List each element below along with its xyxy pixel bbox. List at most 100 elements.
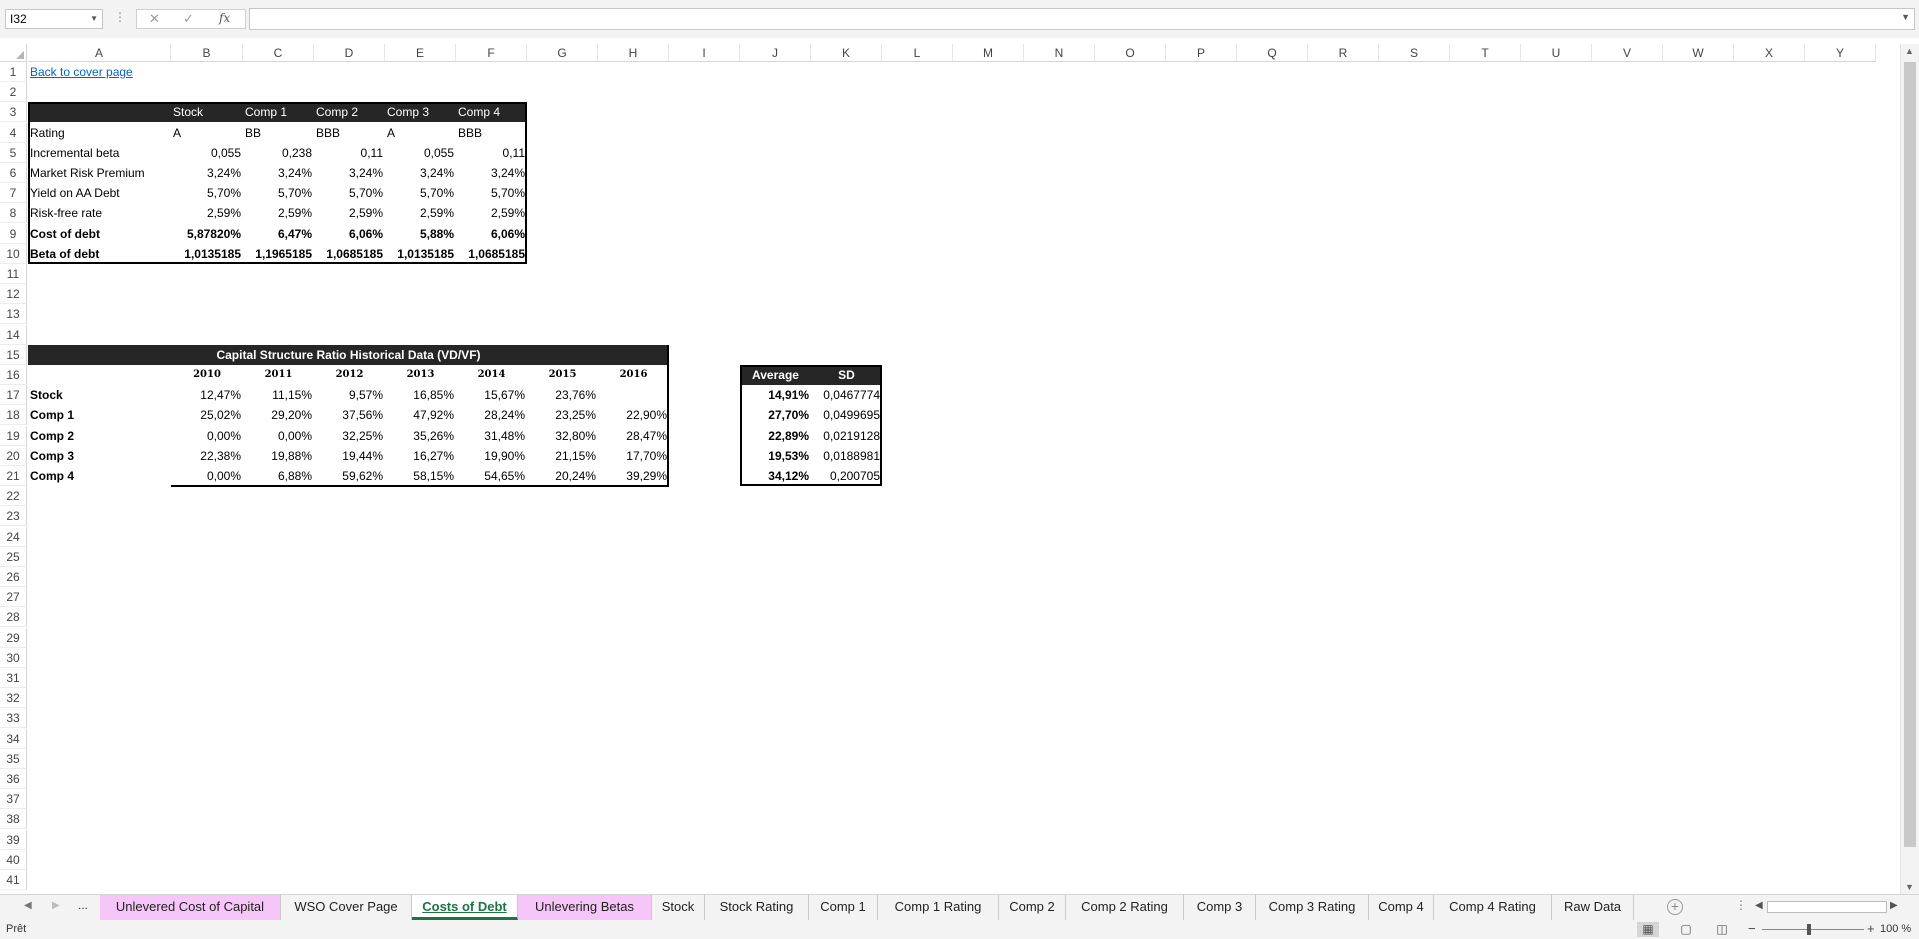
tab-scroll-right-icon[interactable]: ▶ bbox=[52, 900, 60, 911]
tab-comp-1[interactable]: Comp 1 bbox=[809, 895, 878, 920]
capital-table-cell[interactable]: 59,62% bbox=[314, 466, 385, 486]
debt-table-row-label[interactable]: Rating bbox=[28, 123, 171, 143]
name-box[interactable]: I32 ▼ bbox=[5, 9, 103, 29]
row-header[interactable]: 33 bbox=[0, 708, 27, 728]
debt-table-cell[interactable]: 3,24% bbox=[385, 163, 456, 183]
debt-table-cell[interactable]: 0,11 bbox=[314, 143, 385, 163]
back-to-cover-link[interactable]: Back to cover page bbox=[28, 62, 135, 82]
capital-table-cell[interactable]: 32,80% bbox=[527, 426, 598, 446]
tab-raw-data[interactable]: Raw Data bbox=[1552, 895, 1634, 920]
capital-table-row-label[interactable]: Comp 4 bbox=[28, 466, 171, 486]
debt-table-cell[interactable]: 0,055 bbox=[171, 143, 243, 163]
row-header[interactable]: 29 bbox=[0, 628, 27, 648]
capital-table-cell[interactable]: 58,15% bbox=[385, 466, 456, 486]
column-header[interactable]: E bbox=[385, 44, 456, 62]
column-header[interactable]: V bbox=[1592, 44, 1663, 62]
capital-table-cell[interactable]: 29,20% bbox=[243, 405, 314, 425]
capital-table-cell[interactable]: 19,88% bbox=[243, 446, 314, 466]
tab-comp-2[interactable]: Comp 2 bbox=[999, 895, 1066, 920]
capital-table-cell[interactable]: 19,90% bbox=[456, 446, 527, 466]
debt-table-cell[interactable]: 6,06% bbox=[314, 224, 385, 244]
stats-sd-cell[interactable]: 0,0499695 bbox=[811, 405, 882, 425]
row-header[interactable]: 26 bbox=[0, 567, 27, 587]
vertical-scrollbar[interactable]: ▲ ▼ bbox=[1900, 44, 1919, 894]
debt-table-cell[interactable]: BB bbox=[243, 123, 314, 143]
capital-table-cell[interactable]: 16,85% bbox=[385, 385, 456, 405]
debt-table-cell[interactable]: 0,11 bbox=[456, 143, 527, 163]
row-header[interactable]: 15 bbox=[0, 345, 27, 365]
scroll-down-icon[interactable]: ▼ bbox=[1905, 882, 1914, 892]
capital-table-cell[interactable]: 35,26% bbox=[385, 426, 456, 446]
row-header[interactable]: 30 bbox=[0, 648, 27, 668]
spreadsheet-grid[interactable]: ABCDEFGHIJKLMNOPQRSTUVWXY 1 2 3 4 5 6 7 8 9 10 11 1… bbox=[0, 44, 1900, 894]
capital-table-cell[interactable]: 31,48% bbox=[456, 426, 527, 446]
debt-table-cell[interactable]: 5,70% bbox=[385, 183, 456, 203]
column-header[interactable]: S bbox=[1379, 44, 1450, 62]
debt-table-cell[interactable]: A bbox=[171, 123, 243, 143]
debt-table-cell[interactable]: 2,59% bbox=[171, 203, 243, 223]
tab-scroll-left-icon[interactable]: ◀ bbox=[24, 900, 32, 911]
stats-sd-cell[interactable]: 0,200705 bbox=[811, 466, 882, 486]
debt-table-row-label[interactable]: Yield on AA Debt bbox=[28, 183, 171, 203]
column-header[interactable]: O bbox=[1095, 44, 1166, 62]
row-header[interactable]: 9 bbox=[0, 224, 27, 244]
tab-comp-3-rating[interactable]: Comp 3 Rating bbox=[1256, 895, 1369, 920]
capital-table-cell[interactable]: 17,70% bbox=[598, 446, 669, 466]
column-header[interactable]: J bbox=[740, 44, 811, 62]
debt-table-row-label[interactable]: Market Risk Premium bbox=[28, 163, 171, 183]
capital-table-row-label[interactable]: Stock bbox=[28, 385, 171, 405]
stats-sd-cell[interactable]: 0,0467774 bbox=[811, 385, 882, 405]
tab-costs-of-debt[interactable]: Costs of Debt bbox=[412, 895, 518, 920]
debt-table-cell[interactable]: 5,87820% bbox=[171, 224, 243, 244]
scroll-right-icon[interactable]: ▶ bbox=[1890, 900, 1898, 911]
column-header[interactable]: Y bbox=[1805, 44, 1876, 62]
debt-table-cell[interactable]: 1,0685185 bbox=[314, 244, 385, 264]
scroll-left-icon[interactable]: ◀ bbox=[1755, 900, 1763, 911]
capital-table-cell[interactable]: 0,00% bbox=[171, 466, 243, 486]
tab-wso-cover-page[interactable]: WSO Cover Page bbox=[281, 895, 412, 920]
debt-table-cell[interactable]: 3,24% bbox=[456, 163, 527, 183]
normal-view-icon[interactable]: ▦ bbox=[1637, 922, 1659, 937]
column-header[interactable]: B bbox=[171, 44, 243, 62]
stats-table-header[interactable]: SD bbox=[811, 365, 882, 385]
row-header[interactable]: 32 bbox=[0, 688, 27, 708]
debt-table-row-label[interactable]: Incremental beta bbox=[28, 143, 171, 163]
capital-table-cell[interactable]: 37,56% bbox=[314, 405, 385, 425]
formula-input[interactable]: ▼ bbox=[249, 8, 1915, 30]
capital-table-cell[interactable]: 54,65% bbox=[456, 466, 527, 486]
stats-average-cell[interactable]: 14,91% bbox=[740, 385, 811, 405]
capital-table-cell[interactable]: 23,25% bbox=[527, 405, 598, 425]
zoom-out-icon[interactable]: − bbox=[1748, 921, 1756, 936]
capital-table-cell[interactable]: 22,38% bbox=[171, 446, 243, 466]
row-header[interactable]: 39 bbox=[0, 830, 27, 850]
capital-table-cell[interactable]: 0,00% bbox=[171, 426, 243, 446]
capital-table-cell[interactable]: 21,15% bbox=[527, 446, 598, 466]
row-header[interactable]: 27 bbox=[0, 587, 27, 607]
debt-table-cell[interactable]: 2,59% bbox=[456, 203, 527, 223]
row-header[interactable]: 13 bbox=[0, 304, 27, 324]
debt-table-header[interactable]: Stock bbox=[171, 102, 243, 122]
row-header[interactable]: 38 bbox=[0, 809, 27, 829]
debt-table-header[interactable]: Comp 1 bbox=[243, 102, 314, 122]
row-header[interactable]: 21 bbox=[0, 466, 27, 486]
row-header[interactable]: 2 bbox=[0, 82, 27, 102]
debt-table-header[interactable]: Comp 4 bbox=[456, 102, 527, 122]
tab-unlevered-cost-of-capital[interactable]: Unlevered Cost of Capital bbox=[100, 895, 281, 920]
horizontal-scroll-thumb[interactable] bbox=[1767, 901, 1887, 913]
row-header[interactable]: 1 bbox=[0, 62, 27, 82]
tab-comp-4[interactable]: Comp 4 bbox=[1369, 895, 1434, 920]
debt-table-cell[interactable]: 1,1965185 bbox=[243, 244, 314, 264]
add-sheet-icon[interactable]: + bbox=[1667, 899, 1683, 915]
debt-table-cell[interactable]: 6,47% bbox=[243, 224, 314, 244]
more-options-icon[interactable]: ⋮ bbox=[114, 10, 126, 24]
column-header[interactable]: Q bbox=[1237, 44, 1308, 62]
cancel-icon[interactable]: ✕ bbox=[149, 11, 160, 27]
debt-table-cell[interactable]: 3,24% bbox=[314, 163, 385, 183]
debt-table-cell[interactable]: 5,70% bbox=[314, 183, 385, 203]
column-header[interactable]: P bbox=[1166, 44, 1237, 62]
tab-unlevering-betas[interactable]: Unlevering Betas bbox=[518, 895, 652, 920]
horizontal-scrollbar[interactable]: ◀ ▶ bbox=[1755, 900, 1900, 914]
page-break-view-icon[interactable]: ◫ bbox=[1711, 922, 1733, 937]
debt-table-cell[interactable]: 5,70% bbox=[171, 183, 243, 203]
capital-table-row-label[interactable]: Comp 1 bbox=[28, 405, 171, 425]
